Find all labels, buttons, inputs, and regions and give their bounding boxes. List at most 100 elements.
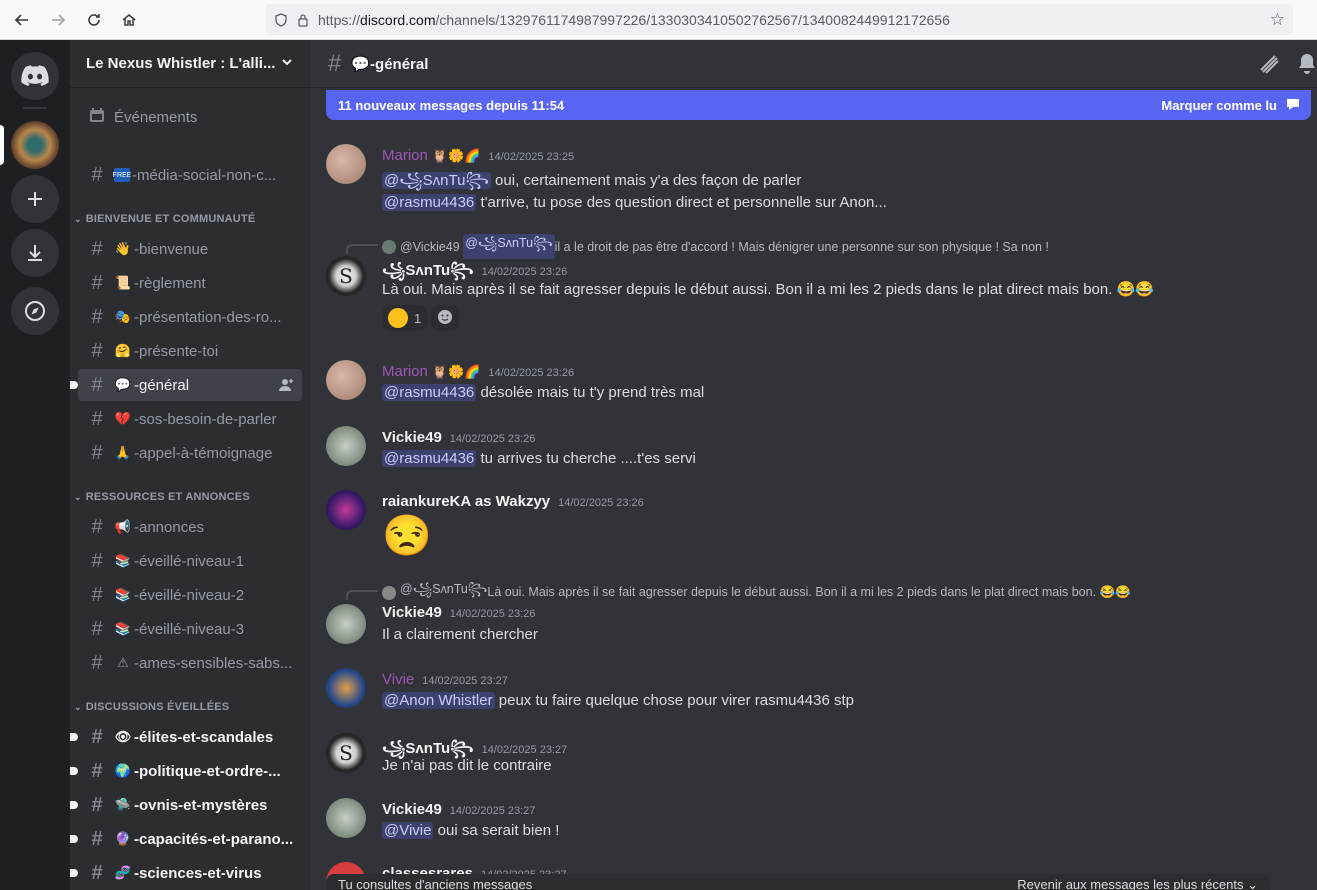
channel-politique[interactable]: # 🌍 -politique-et-ordre-... [70, 755, 302, 787]
username[interactable]: Vickie49 [382, 801, 442, 818]
chevron-down-icon: ⌄ [74, 491, 82, 502]
avatar[interactable] [326, 798, 366, 838]
avatar[interactable]: S [326, 256, 366, 296]
channel-capacites[interactable]: # 🔮 -capacités-et-parano... [70, 823, 302, 855]
channel-media-social[interactable]: # FREE -média-social-non-c... [78, 159, 302, 191]
bookmark-star-icon[interactable]: ☆ [1270, 10, 1285, 30]
discord-home-icon[interactable] [11, 52, 59, 100]
channel-ovnis[interactable]: # 🛸 -ovnis-et-mystères [70, 789, 302, 821]
category-bienvenue[interactable]: ⌄ BIENVENUE ET COMMUNAUTÉ [74, 213, 255, 225]
channel-eveille-1[interactable]: # 📚 -éveillé-niveau-1 [78, 545, 302, 577]
avatar[interactable]: S [326, 733, 366, 773]
channel-label: -politique-et-ordre-... [134, 762, 281, 780]
avatar[interactable] [326, 668, 366, 708]
threads-icon[interactable] [1257, 52, 1281, 80]
avatar[interactable] [326, 604, 366, 644]
channel-emoji: 🧬 [114, 865, 132, 880]
channel-emoji: 🌍 [114, 763, 132, 778]
hash-icon: # [91, 305, 103, 328]
channel-bienvenue[interactable]: # 👋 -bienvenue [78, 233, 302, 265]
jump-to-present-button[interactable]: Revenir aux messages les plus récents ⌄ [1017, 874, 1258, 890]
server-header[interactable]: Le Nexus Whistler : L'alli... [70, 40, 310, 88]
user-badges: 🦉🌼🌈 [431, 365, 481, 380]
username[interactable]: Vickie49 [382, 604, 442, 621]
username[interactable]: Vickie49 [382, 429, 442, 446]
channel-general[interactable]: # 💬 -général [70, 369, 302, 401]
channel-appel-temoignage[interactable]: # 🙏 -appel-à-témoignage [78, 437, 302, 469]
channel-eveille-2[interactable]: # 📚 -éveillé-niveau-2 [78, 579, 302, 611]
server-icon-nexus[interactable] [11, 121, 59, 169]
reaction-sweat-smile[interactable]: 1 [382, 305, 428, 331]
username[interactable]: Vivie [382, 671, 414, 688]
hash-icon: # [91, 827, 103, 850]
hash-icon: # [91, 549, 103, 572]
channel-emoji: 📜 [114, 275, 132, 290]
avatar[interactable] [326, 144, 366, 184]
username[interactable]: Marion [382, 363, 428, 380]
user-mention[interactable]: @Vivie [382, 822, 434, 839]
discover-compass-icon[interactable] [11, 287, 59, 335]
bell-icon[interactable] [1297, 52, 1317, 80]
forward-icon[interactable] [40, 2, 76, 38]
invite-member-icon[interactable] [278, 377, 294, 397]
user-mention[interactable]: @꧁SʌnTu꧂ [382, 172, 491, 189]
hash-icon: # [91, 793, 103, 816]
channel-label: -bienvenue [134, 240, 209, 258]
add-reaction-button[interactable] [431, 305, 460, 331]
channel-reglement[interactable]: # 📜 -règlement [78, 267, 302, 299]
new-messages-bar[interactable]: 11 nouveaux messages depuis 11:54 Marque… [326, 90, 1311, 120]
chat-header: # 💬-général [310, 40, 1317, 88]
reply-preview[interactable]: @꧁SʌnTu꧂ Là oui. Mais après il se fait a… [382, 580, 1131, 605]
username[interactable]: raiankureKA as Wakzyy [382, 493, 550, 510]
channel-emoji: ⚠ [117, 655, 129, 670]
add-server-icon[interactable] [11, 175, 59, 223]
channel-elites[interactable]: # 👁 -élites-et-scandales [70, 721, 302, 753]
new-messages-text: 11 nouveaux messages depuis 11:54 [338, 97, 565, 113]
download-icon[interactable] [11, 229, 59, 277]
user-mention[interactable]: @rasmu4436 [382, 194, 477, 211]
channel-presente-toi[interactable]: # 🤗 -présente-toi [78, 335, 302, 367]
message-text: Là oui. Mais après il se fait agresser d… [382, 281, 1154, 298]
reload-icon[interactable] [76, 2, 112, 38]
timestamp: 14/02/2025 23:27 [449, 805, 536, 817]
message-text: Je n'ai pas dit le contraire [382, 757, 552, 774]
reply-username: @꧁SʌnTu꧂ [400, 582, 488, 596]
mark-read-button[interactable]: Marquer comme lu [1161, 97, 1301, 114]
sweat-smile-emoji-icon [388, 308, 408, 328]
message-text: @rasmu4436 tu arrives tu cherche ....t'e… [382, 450, 696, 467]
timestamp: 14/02/2025 23:26 [481, 266, 568, 278]
avatar[interactable] [326, 490, 366, 530]
shield-icon [274, 12, 288, 27]
channel-eveille-3[interactable]: # 📚 -éveillé-niveau-3 [78, 613, 302, 645]
channel-emoji: 👁 [114, 729, 132, 744]
events-item[interactable]: Événements [78, 101, 302, 133]
message-text: Il a clairement chercher [382, 626, 538, 643]
message-text: @rasmu4436 désolée mais tu t'y prend trè… [382, 384, 704, 401]
reply-preview[interactable]: @Vickie49 @꧁SʌnTu꧂ il a le droit de pas … [382, 234, 1049, 259]
channel-emoji: 📢 [114, 519, 132, 534]
channel-sciences[interactable]: # 🧬 -sciences-et-virus [70, 857, 302, 889]
address-bar[interactable]: https://discord.com/channels/13297611749… [266, 4, 1293, 35]
category-label: BIENVENUE ET COMMUNAUTÉ [85, 213, 256, 225]
category-ressources[interactable]: ⌄ RESSOURCES ET ANNONCES [74, 491, 250, 503]
channel-annonces[interactable]: # 📢 -annonces [78, 511, 302, 543]
channel-sos[interactable]: # 💔 -sos-besoin-de-parler [78, 403, 302, 435]
hash-icon: # [91, 651, 103, 674]
channel-label: -règlement [134, 274, 206, 292]
message-content: oui, certainement mais y'a des façon de … [490, 172, 802, 189]
home-icon[interactable] [111, 2, 147, 38]
channel-ames-sensibles[interactable]: # ⚠ -ames-sensibles-sabs... [78, 647, 302, 679]
category-discussions[interactable]: ⌄ DISCUSSIONS ÉVEILLÉES [74, 701, 229, 713]
message-text: @rasmu4436 t'arrive, tu pose des questio… [382, 194, 887, 211]
hash-icon: # [91, 237, 103, 260]
user-mention[interactable]: @rasmu4436 [382, 384, 477, 401]
username[interactable]: Marion [382, 147, 428, 164]
avatar[interactable] [326, 360, 366, 400]
back-icon[interactable] [4, 2, 40, 38]
reply-username: @Vickie49 [400, 239, 460, 254]
user-mention[interactable]: @Anon Whistler [382, 692, 495, 709]
timestamp: 14/02/2025 23:25 [488, 151, 575, 163]
avatar[interactable] [326, 426, 366, 466]
channel-presentation-roles[interactable]: # 🎭 -présentation-des-ro... [78, 301, 302, 333]
user-mention[interactable]: @rasmu4436 [382, 450, 477, 467]
